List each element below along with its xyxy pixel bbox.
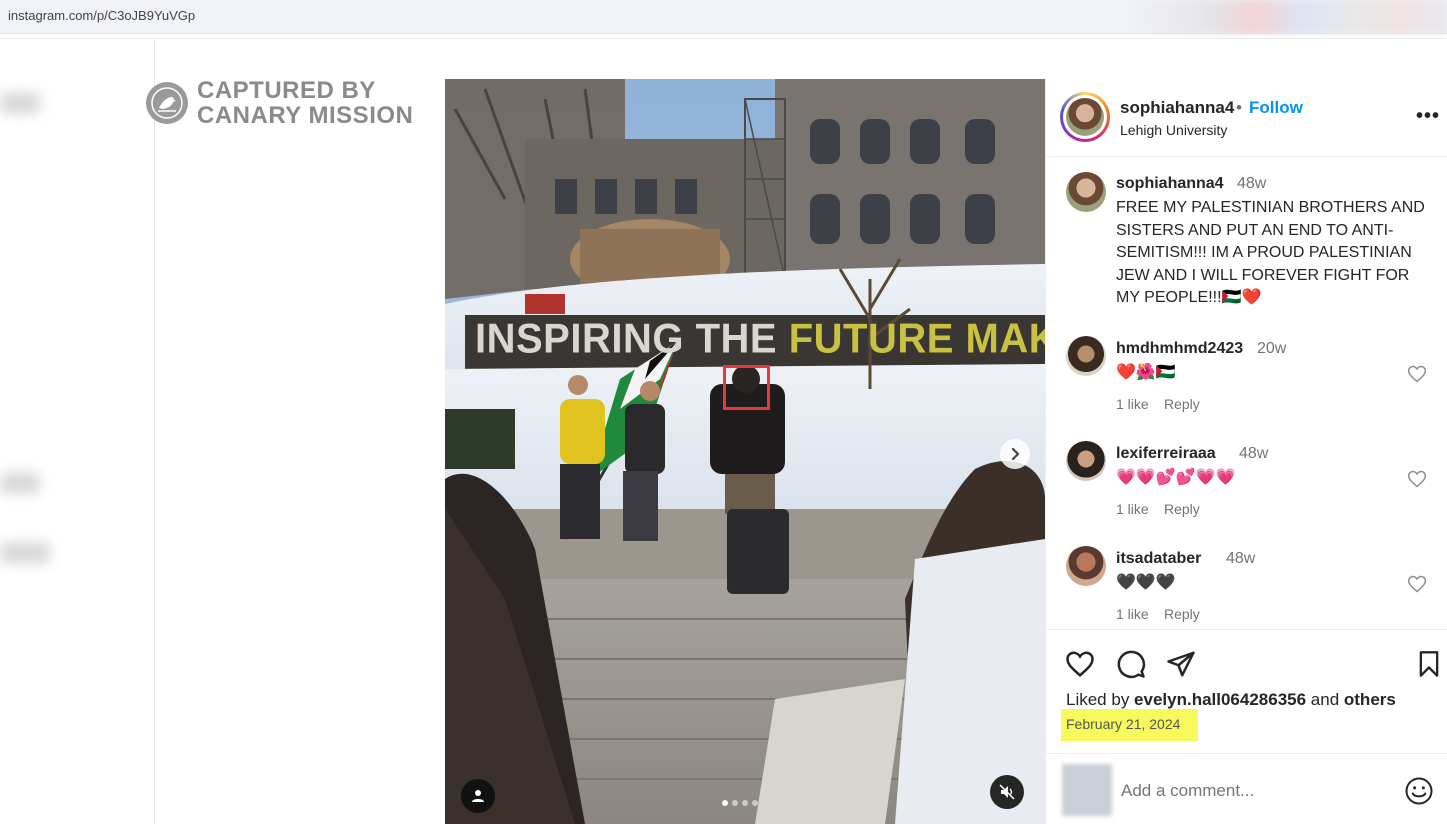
canary-logo-icon (146, 82, 188, 124)
caption-avatar[interactable] (1066, 172, 1106, 212)
protest-scene-image (445, 79, 1045, 824)
comment-input[interactable] (1121, 781, 1371, 801)
comments-list[interactable]: sophiahanna4 48w FREE MY PALESTINIAN BRO… (1046, 158, 1447, 630)
carousel-dot (722, 800, 728, 806)
follow-button[interactable]: Follow (1249, 98, 1303, 118)
add-comment-row (1046, 753, 1447, 824)
comment-time[interactable]: 20w (1257, 340, 1286, 358)
blurred-nav-item (0, 472, 40, 494)
comment-username[interactable]: hmdhmhmd2423 (1116, 340, 1243, 358)
like-button[interactable] (1063, 647, 1097, 681)
comment-avatar[interactable] (1066, 546, 1106, 586)
heart-outline-icon[interactable] (1407, 364, 1427, 384)
comment-likes[interactable]: 1 like (1116, 606, 1149, 622)
reply-button[interactable]: Reply (1164, 501, 1200, 517)
chevron-right-icon (1011, 447, 1020, 461)
banner-text-future: FUTURE (788, 315, 954, 363)
post-header: sophiahanna4 • Follow Lehigh University … (1046, 79, 1447, 157)
post-date[interactable]: February 21, 2024 (1066, 716, 1180, 732)
carousel-dot (752, 800, 758, 806)
bookmark-icon (1419, 651, 1439, 677)
tagged-users-button[interactable] (461, 779, 495, 813)
comment-avatar[interactable] (1066, 336, 1106, 376)
carousel-dot (742, 800, 748, 806)
banner-text: INSPIRING THE FUTURE MAKERS (475, 316, 1045, 363)
comment-text: ❤️🌺🇵🇸 (1116, 364, 1176, 381)
comment-likes[interactable]: 1 like (1116, 396, 1149, 412)
liked-by-user[interactable]: evelyn.hall064286356 (1134, 690, 1306, 709)
post-actions (1046, 647, 1447, 681)
browser-address-bar[interactable]: instagram.com/p/C3oJB9YuVGp (0, 0, 1447, 34)
comment-time[interactable]: 48w (1226, 550, 1255, 568)
canary-mission-watermark: CAPTURED BY CANARY MISSION (146, 78, 426, 130)
comment-button[interactable] (1114, 647, 1148, 681)
url-text[interactable]: instagram.com/p/C3oJB9YuVGp (8, 8, 195, 23)
post-side-panel: sophiahanna4 • Follow Lehigh University … (1045, 79, 1447, 824)
mute-icon (999, 784, 1015, 800)
caption-text: FREE MY PALESTINIAN BROTHERS AND SISTERS… (1116, 199, 1425, 306)
author-avatar[interactable] (1060, 92, 1110, 142)
more-options-icon[interactable]: ••• (1416, 105, 1440, 128)
comment-username[interactable]: lexiferreiraaa (1116, 445, 1216, 463)
banner-text-part1: INSPIRING THE (475, 315, 789, 363)
reply-button[interactable]: Reply (1164, 396, 1200, 412)
heart-icon (1066, 651, 1094, 677)
save-button[interactable] (1412, 647, 1446, 681)
blurred-browser-icons (1127, 0, 1447, 34)
watermark-text: CAPTURED BY CANARY MISSION (197, 77, 414, 129)
paper-plane-icon (1167, 651, 1195, 677)
next-slide-button[interactable] (1000, 439, 1030, 469)
comment-text: 🖤🖤🖤 (1116, 574, 1176, 591)
carousel-dot (732, 800, 738, 806)
liked-prefix: Liked by (1066, 690, 1135, 709)
separator-dot: • (1236, 98, 1242, 117)
comment-icon (1117, 650, 1146, 679)
comment-text: 💗💗💕💕💗💗 (1116, 469, 1236, 486)
comment-likes[interactable]: 1 like (1116, 501, 1149, 517)
left-sidebar (0, 40, 155, 824)
post-location[interactable]: Lehigh University (1120, 122, 1227, 138)
blurred-nav-item (0, 542, 50, 564)
share-button[interactable] (1164, 647, 1198, 681)
liked-mid: and (1306, 690, 1344, 709)
mute-button[interactable] (990, 775, 1024, 809)
highlight-box (723, 365, 770, 410)
post-photo[interactable]: INSPIRING THE FUTURE MAKERS (445, 79, 1045, 824)
liked-others-link[interactable]: others (1344, 690, 1396, 709)
caption-time[interactable]: 48w (1237, 175, 1266, 193)
reply-button[interactable]: Reply (1164, 606, 1200, 622)
liked-by: Liked by evelyn.hall064286356 and others (1066, 690, 1396, 710)
user-icon (472, 790, 484, 802)
heart-outline-icon[interactable] (1407, 574, 1427, 594)
divider (0, 38, 1447, 39)
comment-avatar[interactable] (1066, 441, 1106, 481)
comment-username[interactable]: itsadataber (1116, 550, 1201, 568)
banner-text-makers: MAKERS (965, 315, 1045, 363)
carousel-indicator (722, 800, 758, 808)
blurred-nav-item (0, 92, 40, 114)
heart-outline-icon[interactable] (1407, 469, 1427, 489)
emoji-icon[interactable] (1404, 776, 1434, 806)
comment-time[interactable]: 48w (1239, 445, 1268, 463)
author-username[interactable]: sophiahanna4 (1120, 98, 1234, 118)
viewer-avatar (1062, 764, 1112, 816)
caption-username[interactable]: sophiahanna4 (1116, 175, 1224, 193)
